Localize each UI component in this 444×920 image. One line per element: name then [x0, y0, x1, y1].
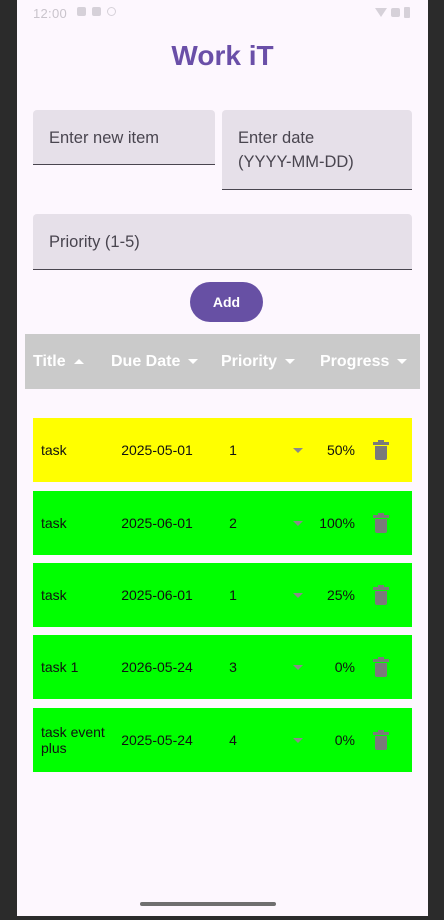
row-title: task — [41, 587, 67, 603]
chevron-down-icon — [293, 737, 303, 743]
header-due-date[interactable]: Due Date — [111, 334, 199, 389]
row-title: task — [41, 515, 67, 531]
priority-dropdown[interactable] — [288, 635, 308, 699]
trash-icon — [373, 729, 389, 750]
home-indicator[interactable] — [140, 902, 276, 906]
header-title-label: Title — [33, 352, 66, 370]
row-progress: 100% — [319, 515, 355, 531]
trash-icon — [373, 584, 389, 605]
date-placeholder: Enter date (YYYY-MM-DD) — [238, 129, 354, 171]
table-header: Title Due Date Priority Progress — [25, 334, 420, 389]
row-progress: 0% — [334, 732, 355, 748]
row-due-date: 2025-06-01 — [121, 515, 193, 531]
trash-icon — [373, 439, 389, 460]
delete-button[interactable] — [369, 418, 393, 482]
row-progress: 0% — [334, 659, 355, 675]
row-priority: 4 — [229, 732, 237, 748]
table-row: task 2025-06-01 1 25% — [33, 563, 412, 627]
row-due-date: 2025-05-01 — [121, 442, 193, 458]
header-progress[interactable]: Progress — [320, 334, 408, 389]
date-input[interactable]: Enter date (YYYY-MM-DD) — [222, 110, 412, 190]
chevron-down-icon — [293, 520, 303, 526]
row-due-date: 2025-06-01 — [121, 587, 193, 603]
add-button[interactable]: Add — [190, 282, 263, 322]
sort-ascending-icon — [73, 359, 84, 364]
notification-icon — [77, 7, 86, 16]
settings-icon — [92, 7, 101, 16]
chevron-down-icon — [293, 664, 303, 670]
priority-dropdown[interactable] — [288, 418, 308, 482]
sync-icon — [107, 7, 116, 16]
header-title[interactable]: Title — [33, 334, 84, 389]
app-title: Work iT — [171, 40, 274, 71]
delete-button[interactable] — [369, 708, 393, 772]
table-row: task 2025-06-01 2 100% — [33, 491, 412, 555]
app-screen: 12:00 Work iT Enter new item Enter date … — [17, 0, 428, 916]
priority-dropdown[interactable] — [288, 491, 308, 555]
row-priority: 2 — [229, 515, 237, 531]
chevron-down-icon — [293, 592, 303, 598]
table-row: task event plus 2025-05-24 4 0% — [33, 708, 412, 772]
row-due-date: 2025-05-24 — [121, 732, 193, 748]
new-item-placeholder: Enter new item — [49, 129, 160, 147]
wifi-icon — [375, 8, 387, 17]
table-row: task 2025-05-01 1 50% — [33, 418, 412, 482]
header-due-date-label: Due Date — [111, 352, 181, 370]
row-priority: 1 — [229, 587, 237, 603]
row-progress: 50% — [326, 442, 355, 458]
priority-input[interactable]: Priority (1-5) — [33, 214, 412, 270]
row-title: task — [41, 442, 67, 458]
chevron-down-icon — [293, 447, 303, 453]
new-item-input[interactable]: Enter new item — [33, 110, 215, 165]
delete-button[interactable] — [369, 491, 393, 555]
trash-icon — [373, 512, 389, 533]
row-progress: 25% — [326, 587, 355, 603]
sort-descending-icon — [285, 359, 296, 364]
row-title: task event plus — [41, 724, 105, 756]
priority-dropdown[interactable] — [288, 708, 308, 772]
table-row: task 1 2026-05-24 3 0% — [33, 635, 412, 699]
delete-button[interactable] — [369, 635, 393, 699]
sort-descending-icon — [188, 359, 199, 364]
sort-descending-icon — [397, 359, 408, 364]
priority-placeholder: Priority (1-5) — [49, 233, 140, 251]
signal-icon — [391, 8, 400, 17]
row-due-date: 2026-05-24 — [121, 659, 193, 675]
header-progress-label: Progress — [320, 352, 390, 370]
row-title: task 1 — [41, 659, 79, 675]
row-priority: 3 — [229, 659, 237, 675]
status-time: 12:00 — [33, 6, 68, 21]
delete-button[interactable] — [369, 563, 393, 627]
status-right-icons — [375, 7, 410, 18]
priority-dropdown[interactable] — [288, 563, 308, 627]
trash-icon — [373, 656, 389, 677]
header-priority-label: Priority — [221, 352, 278, 370]
row-priority: 1 — [229, 442, 237, 458]
status-bar: 12:00 — [17, 0, 428, 28]
header-priority[interactable]: Priority — [221, 334, 296, 389]
battery-icon — [404, 7, 410, 18]
status-left-icons — [77, 7, 116, 16]
